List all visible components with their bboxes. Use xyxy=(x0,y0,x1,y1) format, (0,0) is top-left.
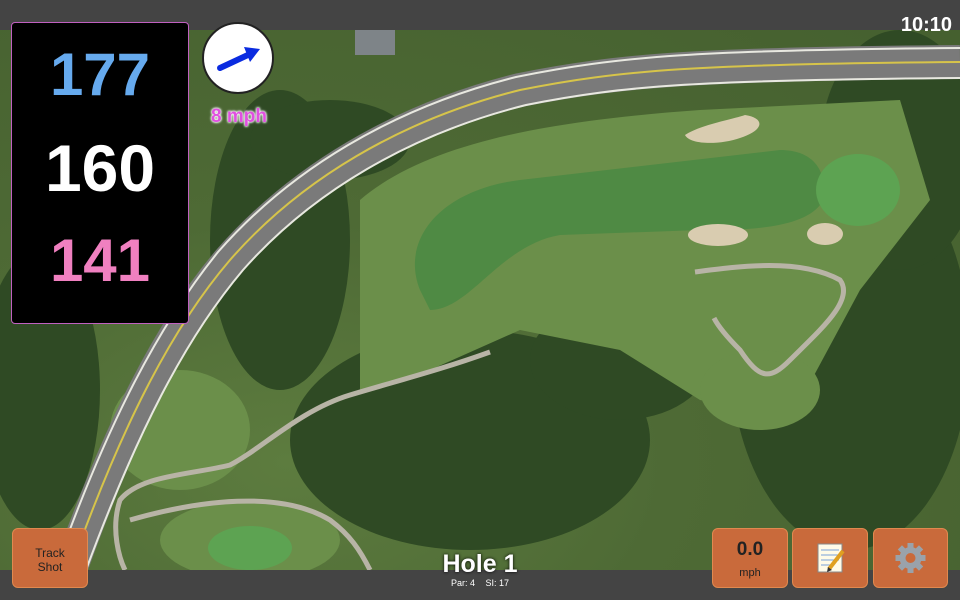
track-shot-label-line1: Track xyxy=(35,546,65,560)
back-distance: 177 xyxy=(49,41,151,108)
gear-icon xyxy=(895,543,926,573)
track-shot-label-line2: Shot xyxy=(37,560,63,574)
middle-distance: 160 xyxy=(44,131,156,205)
green xyxy=(816,154,900,226)
second-green xyxy=(208,526,292,570)
notepad-icon xyxy=(817,543,845,573)
wind-speed: 8 mph xyxy=(211,106,267,127)
distance-panel: 177 160 141 xyxy=(11,22,189,324)
speed-unit: mph xyxy=(739,567,761,579)
building xyxy=(355,30,395,55)
hole-title: Hole 1 xyxy=(442,550,518,578)
arrow-right-up-icon xyxy=(217,47,260,71)
wind-indicator xyxy=(202,22,274,94)
track-shot-button[interactable]: Track Shot xyxy=(12,528,88,588)
speed-button[interactable]: 0.0 mph xyxy=(712,528,788,588)
speed-value: 0.0 xyxy=(736,539,764,560)
settings-button[interactable] xyxy=(873,528,948,588)
hole-stroke-index: SI: 17 xyxy=(485,578,510,588)
clock: 10:10 xyxy=(900,14,952,36)
notes-button[interactable] xyxy=(792,528,868,588)
hole-info: Par: 4 SI: 17 xyxy=(400,578,560,588)
front-distance: 141 xyxy=(49,227,151,294)
hole-par: Par: 4 xyxy=(450,578,475,588)
